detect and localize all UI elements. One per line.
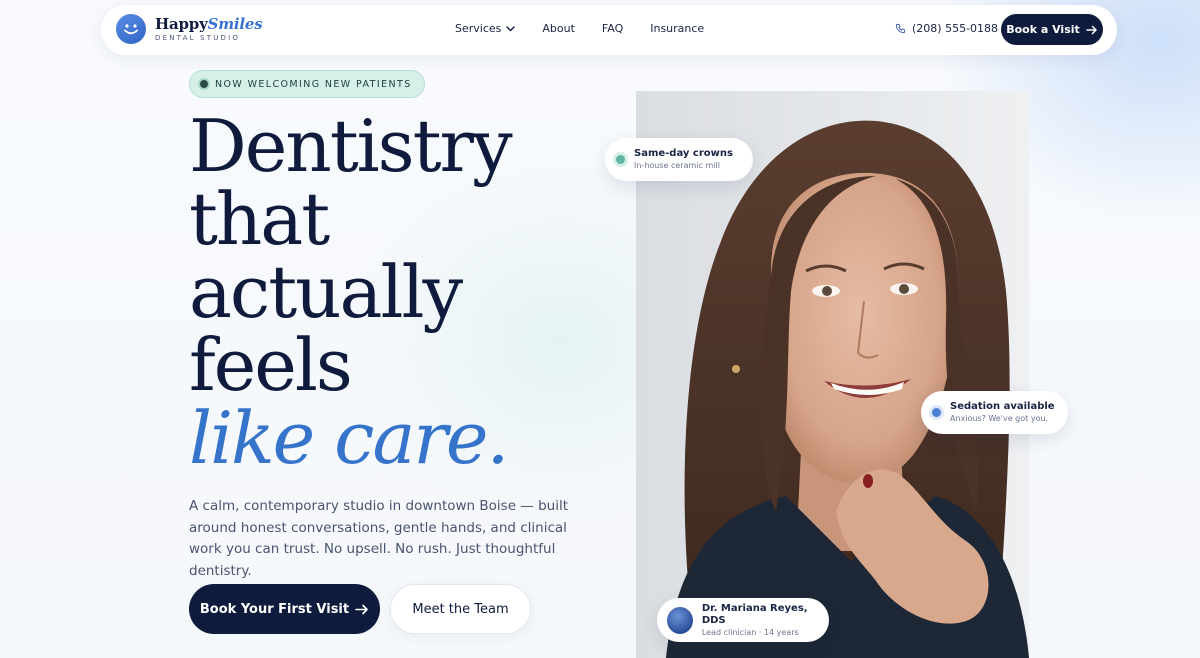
chip-subtitle: Anxious? We've got you. [950,414,1049,423]
smile-logo-icon [116,14,146,44]
arrow-right-icon [1086,25,1097,34]
chevron-down-icon [506,25,516,31]
status-dot-icon [200,80,208,88]
headline-line: actually [189,250,463,334]
nav-link-faq[interactable]: FAQ [602,22,623,35]
headline-line: Dentistry [189,104,513,188]
chip-title: Sedation available [950,401,1055,412]
book-visit-button[interactable]: Book a Visit [1001,14,1103,45]
hero-description: A calm, contemporary studio in downtown … [189,498,569,579]
nav-link-label: Services [455,22,502,35]
nav-link-services[interactable]: Services [455,22,516,35]
teal-dot-icon [616,155,625,164]
book-first-visit-label: Book Your First Visit [199,601,350,617]
headline-accent: like care. [189,396,509,480]
blue-dot-icon [932,408,941,417]
phone-number: (208) 555-0188 [912,22,999,35]
doctor-name: Dr. Mariana Reyes, DDS [701,602,808,626]
headline-line: feels [189,323,353,407]
brand-tagline: DENTAL STUDIO [155,33,241,42]
book-visit-label: Book a Visit [1006,23,1080,36]
book-first-visit-button[interactable]: Book Your First Visit [189,584,380,634]
brand-name-part1: Happy [155,14,208,33]
same-day-crowns-chip: Same-day crowns In-house ceramic mill [605,138,753,181]
doctor-role: Lead clinician · 14 years [701,627,799,637]
meet-team-button[interactable]: Meet the Team [390,584,531,634]
hero-headline: Dentistry that actually feels like care. [189,104,513,480]
chip-subtitle: In-house ceramic mill [634,161,720,170]
nav-link-insurance[interactable]: Insurance [650,22,704,35]
headline-line: that [189,177,330,261]
nav-links: Services About FAQ Insurance [455,22,731,35]
top-nav: HappySmiles DENTAL STUDIO Services About… [101,5,1117,55]
sedation-chip: Sedation available Anxious? We've got yo… [921,391,1068,434]
phone-link[interactable]: (208) 555-0188 [895,22,998,35]
avatar [667,606,693,634]
nav-link-label: About [542,22,575,35]
logo[interactable]: HappySmiles DENTAL STUDIO [116,14,263,44]
phone-icon [895,23,906,34]
brand-name-part2: Smiles [207,14,263,33]
nav-link-label: Insurance [650,22,705,35]
nav-link-about[interactable]: About [542,22,575,35]
nav-link-label: FAQ [601,22,624,35]
badge-label: NOW WELCOMING NEW PATIENTS [215,78,412,90]
brand-name: HappySmiles [155,14,263,33]
new-patients-badge: NOW WELCOMING NEW PATIENTS [189,70,425,98]
arrow-right-icon [355,604,368,614]
meet-team-label: Meet the Team [412,601,509,617]
chip-title: Same-day crowns [634,148,733,159]
doctor-card: Dr. Mariana Reyes, DDS Lead clinician · … [657,598,829,642]
